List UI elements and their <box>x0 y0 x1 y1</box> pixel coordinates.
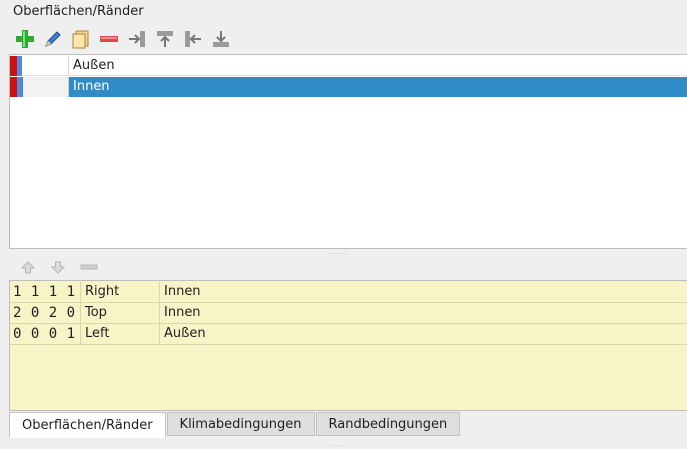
table-row[interactable]: Innen <box>10 77 687 97</box>
remove-icon[interactable] <box>80 260 98 274</box>
row-marker <box>17 56 22 76</box>
remove-button[interactable] <box>98 28 120 50</box>
surface-name: Außen <box>69 56 687 76</box>
tab-oberflaechen-raender[interactable]: Oberflächen/Ränder <box>9 412 166 438</box>
splitter-handle[interactable]: ..... <box>330 249 346 256</box>
align-top-icon <box>157 31 173 47</box>
tab-bar: Oberflächen/Ränder Klimabedingungen Rand… <box>9 412 461 438</box>
copy-button[interactable] <box>70 28 92 50</box>
align-bottom-icon <box>213 31 229 47</box>
table-row[interactable]: Außen <box>10 56 687 76</box>
align-bottom-button[interactable] <box>210 28 232 50</box>
splitter-handle[interactable]: ..... <box>330 440 346 448</box>
panel-title: Oberflächen/Ränder <box>13 4 144 19</box>
coords-cell: 1 1 1 1 <box>10 282 81 302</box>
tab-klimabedingungen[interactable]: Klimabedingungen <box>166 412 315 436</box>
row-header-cell <box>23 77 69 97</box>
add-button[interactable] <box>14 28 36 50</box>
assignments-table: 1 1 1 1 Right Innen 2 0 2 0 Top Innen 0 … <box>9 280 687 411</box>
align-right-icon <box>129 31 145 47</box>
align-top-button[interactable] <box>154 28 176 50</box>
surfaces-table: Außen Innen <box>9 54 687 249</box>
surface-color-swatch <box>10 56 17 76</box>
surface-cell: Innen <box>164 305 201 320</box>
coords-cell: 0 0 0 1 <box>10 324 81 344</box>
surface-cell: Innen <box>164 284 201 299</box>
copy-icon <box>72 30 89 49</box>
table-row[interactable]: 1 1 1 1 Right Innen <box>10 282 687 303</box>
edit-pencil-icon <box>45 31 61 47</box>
row-header-cell <box>23 56 69 76</box>
table-row[interactable]: 0 0 0 1 Left Außen <box>10 324 687 345</box>
surface-cell: Außen <box>164 326 206 341</box>
move-down-icon[interactable] <box>50 260 66 274</box>
surface-color-swatch <box>10 77 17 97</box>
align-left-icon <box>185 31 201 47</box>
row-marker <box>17 77 22 97</box>
table-row[interactable]: 2 0 2 0 Top Innen <box>10 303 687 324</box>
side-cell: Top <box>81 303 160 323</box>
coords-cell: 2 0 2 0 <box>10 303 81 323</box>
remove-icon <box>100 36 118 42</box>
surfaces-toolbar <box>14 26 232 52</box>
assignments-toolbar <box>20 258 98 276</box>
add-icon <box>16 30 34 48</box>
align-left-button[interactable] <box>182 28 204 50</box>
side-cell: Right <box>81 282 160 302</box>
edit-button[interactable] <box>42 28 64 50</box>
align-right-button[interactable] <box>126 28 148 50</box>
move-up-icon[interactable] <box>20 260 36 274</box>
tab-randbedingungen[interactable]: Randbedingungen <box>315 412 461 436</box>
side-cell: Left <box>81 324 160 344</box>
surface-name: Innen <box>73 79 110 94</box>
